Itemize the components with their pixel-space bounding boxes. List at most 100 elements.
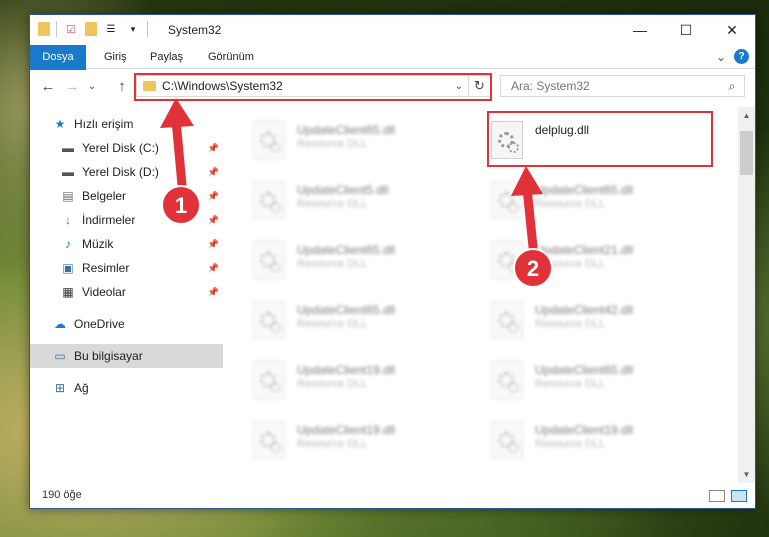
search-input[interactable] xyxy=(501,77,720,95)
up-button[interactable]: ↑ xyxy=(112,76,132,96)
file-type: Resource DLL xyxy=(297,198,368,210)
back-button[interactable]: ← xyxy=(38,76,58,96)
item-count: 190 öğe xyxy=(42,489,82,501)
sidebar-item-music[interactable]: ♪ Müzik 📌 xyxy=(30,232,223,256)
toolbar-divider xyxy=(147,21,148,37)
file-item[interactable]: UpdateClient5.dll Resource DLL xyxy=(227,173,457,225)
sidebar-item-this-pc[interactable]: ▭ Bu bilgisayar xyxy=(30,344,223,368)
drive-icon: ▬ xyxy=(62,165,74,179)
file-name: UpdateClient19.dll xyxy=(535,423,634,437)
properties-icon[interactable]: ☑ xyxy=(63,21,79,37)
drive-icon: ▬ xyxy=(62,141,74,155)
dll-file-icon xyxy=(491,181,523,219)
forward-button[interactable]: → xyxy=(62,76,82,96)
sidebar-item-local-disk-d[interactable]: ▬ Yerel Disk (D:) 📌 xyxy=(30,160,223,184)
scroll-down-icon[interactable]: ▼ xyxy=(738,466,755,483)
sidebar-item-downloads[interactable]: ↓ İndirmeler 📌 xyxy=(30,208,223,232)
file-type: Resource DLL xyxy=(297,438,368,450)
file-type: Resource DLL xyxy=(297,378,368,390)
sidebar-item-label: Yerel Disk (C:) xyxy=(82,141,159,155)
sidebar-item-pictures[interactable]: ▣ Resimler 📌 xyxy=(30,256,223,280)
dll-file-icon xyxy=(253,421,285,459)
sidebar-item-documents[interactable]: ▤ Belgeler 📌 xyxy=(30,184,223,208)
file-item[interactable]: UpdateClient19.dll Resource DLL xyxy=(227,353,457,405)
file-name: UpdateClient5.dll xyxy=(297,183,389,197)
sidebar-item-local-disk-c[interactable]: ▬ Yerel Disk (C:) 📌 xyxy=(30,136,223,160)
pin-icon[interactable]: 📌 xyxy=(208,191,219,202)
minimize-button[interactable]: — xyxy=(617,15,663,45)
tab-share[interactable]: Paylaş xyxy=(138,45,195,69)
dll-file-icon xyxy=(491,301,523,339)
file-name: UpdateClient65.dll xyxy=(535,183,634,197)
file-type: Resource DLL xyxy=(297,258,368,270)
file-item[interactable]: UpdateClient19.dll Resource DLL xyxy=(465,413,695,465)
toolbar-divider xyxy=(56,21,57,37)
dll-file-icon xyxy=(491,421,523,459)
pin-icon[interactable]: 📌 xyxy=(208,143,219,154)
quick-access-toolbar: ☑ ☰ ▾ xyxy=(38,21,148,37)
search-icon[interactable]: ⌕ xyxy=(720,79,744,94)
file-name: UpdateClient42.dll xyxy=(535,303,634,317)
large-icons-view-icon[interactable] xyxy=(731,490,747,502)
file-name: UpdateClient65.dll xyxy=(297,123,396,137)
picture-icon: ▣ xyxy=(62,261,74,275)
delplug-highlight xyxy=(487,111,713,167)
scroll-up-icon[interactable]: ▲ xyxy=(738,107,755,124)
file-item[interactable]: UpdateClient42.dll Resource DLL xyxy=(465,293,695,345)
tab-view[interactable]: Görünüm xyxy=(196,45,266,69)
file-type: Resource DLL xyxy=(297,318,368,330)
folder-icon xyxy=(38,22,50,36)
dropdown-arrow-icon[interactable]: ▾ xyxy=(125,21,141,37)
dll-file-icon xyxy=(491,241,523,279)
file-type: Resource DLL xyxy=(535,378,606,390)
pin-icon[interactable]: 📌 xyxy=(208,215,219,226)
pin-icon[interactable]: 📌 xyxy=(208,239,219,250)
file-name: UpdateClient65.dll xyxy=(297,243,396,257)
pin-icon[interactable]: 📌 xyxy=(208,167,219,178)
file-type: Resource DLL xyxy=(535,318,606,330)
maximize-button[interactable]: ☐ xyxy=(663,15,709,45)
details-view-icon[interactable] xyxy=(709,490,725,502)
vertical-scrollbar[interactable]: ▲ ▼ xyxy=(738,107,755,483)
scroll-thumb[interactable] xyxy=(740,131,753,175)
recent-locations-button[interactable]: ⌄ xyxy=(82,76,102,96)
file-item[interactable]: UpdateClient19.dll Resource DLL xyxy=(227,413,457,465)
dll-file-icon xyxy=(491,361,523,399)
status-bar: 190 öğe xyxy=(30,483,755,508)
expand-ribbon-icon[interactable]: ⌄ xyxy=(716,50,726,64)
file-item[interactable]: UpdateClient21.dll Resource DLL xyxy=(465,233,695,285)
file-item[interactable]: UpdateClient65.dll Resource DLL xyxy=(227,113,457,165)
file-item[interactable]: UpdateClient65.dll Resource DLL xyxy=(227,233,457,285)
pin-icon[interactable]: 📌 xyxy=(208,263,219,274)
sidebar-item-network[interactable]: ⊞ Ağ xyxy=(30,376,223,400)
file-item[interactable]: UpdateClient65.dll Resource DLL xyxy=(465,353,695,405)
navigation-pane: ★ Hızlı erişim ▬ Yerel Disk (C:) 📌 ▬ Yer… xyxy=(30,107,223,483)
dll-file-icon xyxy=(253,181,285,219)
dll-file-icon xyxy=(253,301,285,339)
tab-home[interactable]: Giriş xyxy=(92,45,139,69)
close-button[interactable]: ✕ xyxy=(709,15,755,45)
file-type: Resource DLL xyxy=(535,258,606,270)
new-folder-icon[interactable] xyxy=(85,22,97,36)
pin-icon[interactable]: 📌 xyxy=(208,287,219,298)
search-box[interactable]: ⌕ xyxy=(500,75,745,97)
sidebar-item-label: Yerel Disk (D:) xyxy=(82,165,159,179)
file-name: UpdateClient21.dll xyxy=(535,243,634,257)
download-icon: ↓ xyxy=(65,213,71,227)
sidebar-item-quick-access[interactable]: ★ Hızlı erişim xyxy=(30,112,223,136)
explorer-window: ☑ ☰ ▾ System32 — ☐ ✕ Dosya Giriş Paylaş … xyxy=(29,14,756,509)
customize-toolbar-icon[interactable]: ☰ xyxy=(103,21,119,37)
dll-file-icon xyxy=(253,241,285,279)
file-item[interactable]: UpdateClient65.dll Resource DLL xyxy=(465,173,695,225)
dll-file-icon xyxy=(253,121,285,159)
file-type: Resource DLL xyxy=(297,138,368,150)
computer-icon: ▭ xyxy=(54,349,66,363)
sidebar-item-label: Videolar xyxy=(82,285,126,299)
video-icon: ▦ xyxy=(62,285,74,299)
sidebar-item-videos[interactable]: ▦ Videolar 📌 xyxy=(30,280,223,304)
sidebar-item-onedrive[interactable]: ☁ OneDrive xyxy=(30,312,223,336)
sidebar-item-label: Ağ xyxy=(74,381,89,395)
help-icon[interactable]: ? xyxy=(734,49,749,64)
file-name: UpdateClient19.dll xyxy=(297,363,396,377)
file-item[interactable]: UpdateClient65.dll Resource DLL xyxy=(227,293,457,345)
